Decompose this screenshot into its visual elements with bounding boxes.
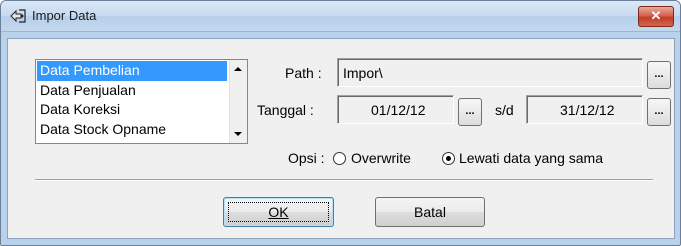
data-type-list[interactable]: Data Pembelian Data Penjualan Data Korek… [35,59,248,144]
overwrite-radio[interactable] [333,152,346,165]
list-item-data-stock-opname[interactable]: Data Stock Opname [37,120,227,140]
ok-label: OK [268,204,289,220]
date-to-field[interactable]: 31/12/12 [526,95,643,124]
cancel-label: Batal [414,204,446,220]
list-scrollbar[interactable] [229,60,247,143]
lewati-radio[interactable] [442,152,455,165]
list-item-data-koreksi[interactable]: Data Koreksi [37,100,227,120]
title-bar[interactable]: Impor Data ✕ [1,1,680,32]
date-to-picker-button[interactable]: ... [647,98,671,126]
path-browse-button[interactable]: ... [647,61,671,89]
lewati-label[interactable]: Lewati data yang sama [459,150,603,166]
date-from-value: 01/12/12 [371,102,426,118]
separator-line [35,179,653,181]
list-item-data-penjualan[interactable]: Data Penjualan [37,81,227,101]
window-title: Impor Data [32,8,97,23]
scroll-down-icon[interactable] [234,132,242,136]
tanggal-label: Tanggal : [257,102,314,118]
dialog-body: Data Pembelian Data Penjualan Data Korek… [7,38,675,239]
cancel-button[interactable]: Batal [375,197,485,227]
date-from-picker-button[interactable]: ... [458,98,482,126]
scroll-up-icon[interactable] [234,67,242,71]
app-icon [10,9,26,23]
path-label: Path : [285,65,322,81]
close-button[interactable]: ✕ [638,6,674,27]
path-field[interactable]: Impor\ [337,58,643,87]
date-to-value: 31/12/12 [560,102,615,118]
ok-button[interactable]: OK [223,197,334,227]
impor-data-window: Impor Data ✕ Data Pembelian Data Penjual… [0,0,681,246]
overwrite-label[interactable]: Overwrite [351,150,411,166]
list-item-data-pembelian[interactable]: Data Pembelian [37,61,227,81]
opsi-label: Opsi : [288,150,325,166]
close-icon: ✕ [650,8,662,23]
list-items: Data Pembelian Data Penjualan Data Korek… [37,61,227,139]
date-range-separator: s/d [495,102,514,118]
date-from-field[interactable]: 01/12/12 [337,95,454,124]
path-value: Impor\ [343,65,383,81]
